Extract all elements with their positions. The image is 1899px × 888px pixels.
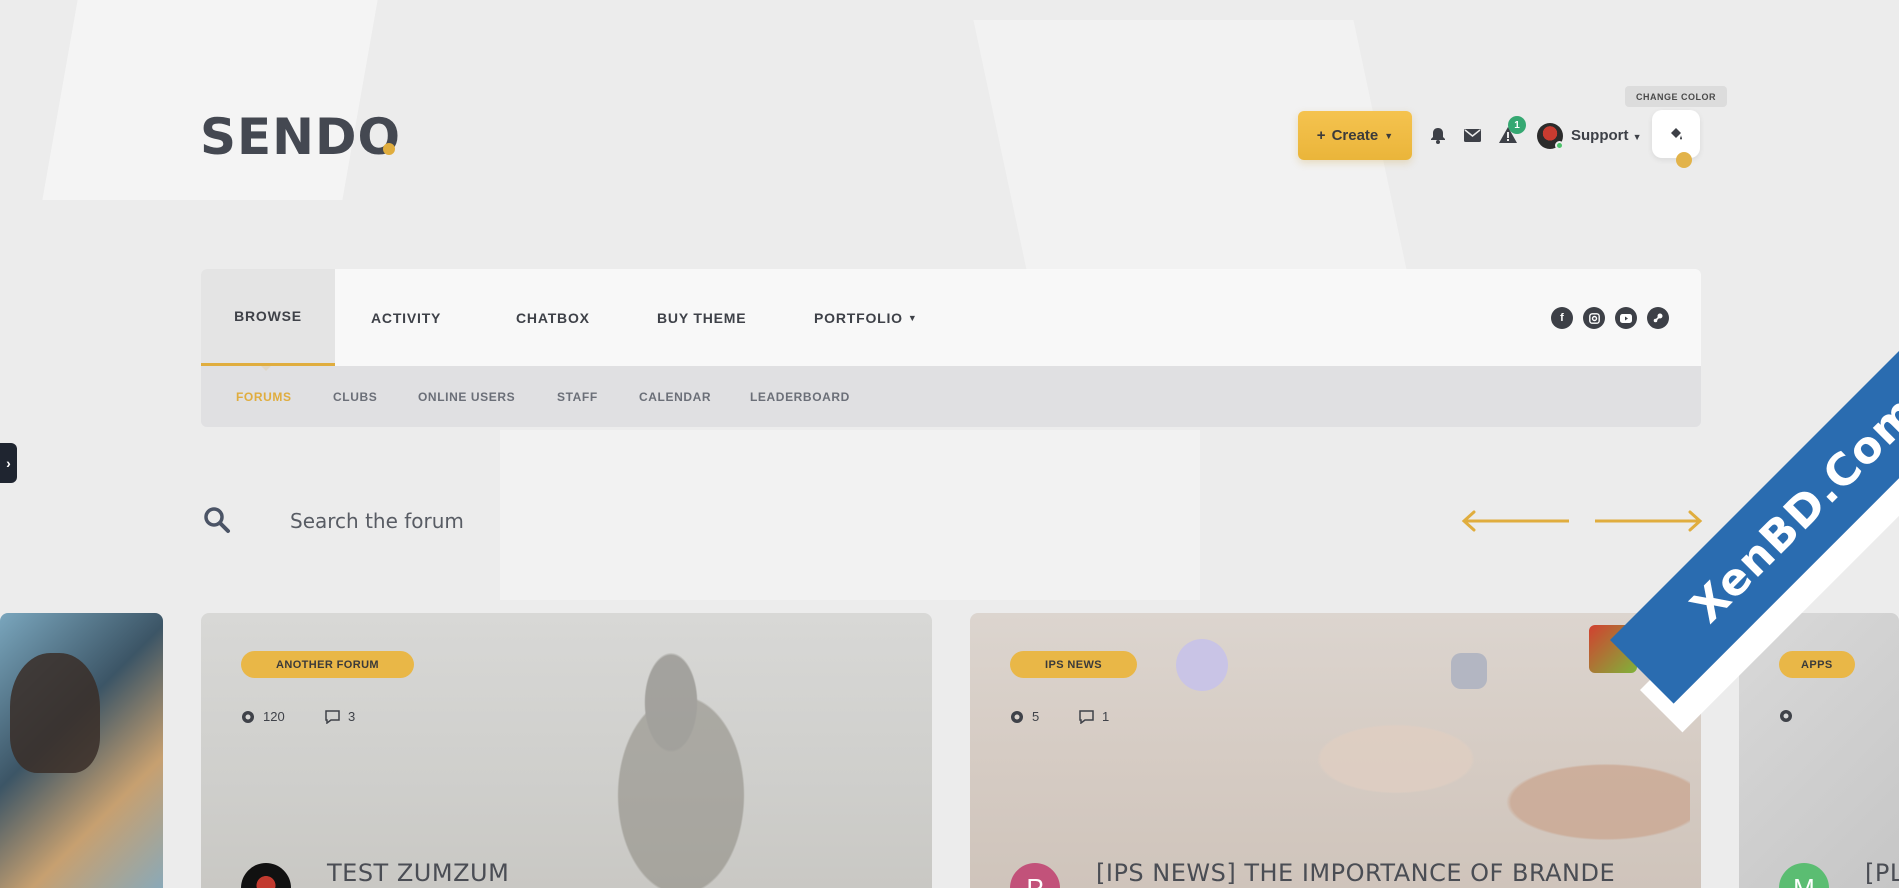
create-label: Create	[1331, 127, 1379, 144]
nav-item-activity[interactable]: ACTIVITY	[371, 269, 441, 366]
subnav-item-leaderboard[interactable]: LEADERBOARD	[750, 366, 850, 427]
card-image-figure	[10, 653, 100, 773]
card-title[interactable]: [PL	[1865, 859, 1899, 887]
main-navigation: BROWSE ACTIVITY CHATBOX BUY THEME PORTFO…	[201, 269, 1701, 366]
eye-icon	[1011, 710, 1023, 723]
arrow-right-icon	[1595, 510, 1703, 532]
paint-bucket-icon	[1671, 128, 1682, 140]
category-pill[interactable]: IPS NEWS	[1010, 651, 1137, 678]
forum-card-partial-right[interactable]: APPS M [PL	[1739, 613, 1899, 888]
nav-item-buy-theme[interactable]: BUY THEME	[657, 269, 746, 366]
nav-item-portfolio[interactable]: PORTFOLIO ▼	[814, 269, 918, 366]
nav-item-chatbox[interactable]: CHATBOX	[516, 269, 590, 366]
mail-icon[interactable]	[1461, 124, 1483, 146]
comments-stat: 1	[1079, 709, 1109, 724]
sub-navigation: FORUMS CLUBS ONLINE USERS STAFF CALENDAR…	[201, 366, 1701, 427]
arrow-left-icon	[1461, 510, 1569, 532]
sidebar-toggle-button[interactable]: ›	[0, 443, 17, 483]
eye-icon	[1780, 710, 1792, 722]
subnav-item-staff[interactable]: STAFF	[557, 366, 598, 427]
notification-badge: 1	[1508, 116, 1526, 134]
shield-badge-icon	[1451, 653, 1487, 689]
carousel-next-button[interactable]	[1595, 509, 1703, 538]
nav-item-label: BROWSE	[234, 308, 302, 324]
chevron-down-icon: ▼	[907, 312, 918, 323]
steam-icon[interactable]	[1647, 307, 1669, 329]
views-count: 5	[1032, 709, 1040, 724]
background-shape	[42, 0, 378, 200]
nav-item-label: CHATBOX	[516, 309, 590, 326]
forum-card-partial-left[interactable]	[0, 613, 163, 888]
category-pill[interactable]: APPS	[1779, 651, 1855, 678]
comment-icon	[325, 709, 340, 724]
site-logo[interactable]: SENDO	[200, 108, 401, 166]
forum-card[interactable]: ANOTHER FORUM 120 3 TEST ZUMZUM	[201, 613, 932, 888]
subnav-item-clubs[interactable]: CLUBS	[333, 366, 377, 427]
nav-item-label: BUY THEME	[657, 309, 747, 326]
card-title[interactable]: [IPS NEWS] THE IMPORTANCE OF BRANDE	[1096, 859, 1615, 887]
color-indicator-dot	[1676, 152, 1692, 168]
user-menu[interactable]: Support ▼	[1571, 127, 1642, 144]
card-background-image	[571, 623, 771, 888]
author-avatar[interactable]: P	[1010, 863, 1060, 888]
comments-count: 1	[1102, 709, 1110, 724]
nav-item-browse[interactable]: BROWSE	[201, 269, 335, 366]
carousel-prev-button[interactable]	[1461, 509, 1571, 538]
comment-icon	[1079, 709, 1094, 724]
comments-count: 3	[348, 709, 356, 724]
plus-badge-icon	[1176, 639, 1228, 691]
plus-icon: +	[1316, 127, 1326, 144]
chevron-down-icon: ▼	[1384, 130, 1394, 141]
search-icon[interactable]	[203, 506, 231, 539]
nav-item-label: ACTIVITY	[371, 309, 442, 326]
card-title[interactable]: TEST ZUMZUM	[327, 859, 509, 887]
create-button[interactable]: + Create ▼	[1298, 111, 1412, 160]
user-name: Support	[1571, 127, 1629, 144]
subnav-item-forums[interactable]: FORUMS	[236, 366, 292, 427]
views-count: 120	[263, 709, 285, 724]
views-stat: 5	[1010, 709, 1039, 724]
views-stat	[1779, 709, 1793, 723]
category-pill[interactable]: ANOTHER FORUM	[241, 651, 414, 678]
search-input[interactable]	[270, 500, 870, 542]
forum-card[interactable]: IPS NEWS 5 1 P [IPS NEWS] THE IMPORTANCE…	[970, 613, 1701, 888]
author-avatar[interactable]: M	[1779, 863, 1829, 888]
subnav-item-online-users[interactable]: ONLINE USERS	[418, 366, 515, 427]
subnav-item-calendar[interactable]: CALENDAR	[639, 366, 711, 427]
facebook-icon[interactable]: f	[1551, 307, 1573, 329]
logo-dot	[383, 143, 395, 155]
comments-stat: 3	[325, 709, 355, 724]
online-status-dot	[1555, 141, 1564, 150]
bell-icon[interactable]	[1427, 124, 1449, 146]
nav-item-label: PORTFOLIO	[814, 309, 903, 326]
youtube-icon[interactable]	[1615, 307, 1637, 329]
card-background-image	[1270, 673, 1690, 888]
instagram-icon[interactable]	[1583, 307, 1605, 329]
eye-icon	[242, 710, 254, 723]
chevron-down-icon: ▼	[1632, 132, 1642, 142]
change-color-button[interactable]	[1652, 110, 1700, 158]
change-color-tooltip: CHANGE COLOR	[1625, 86, 1727, 107]
author-avatar[interactable]	[241, 863, 291, 888]
views-stat: 120	[241, 709, 285, 724]
